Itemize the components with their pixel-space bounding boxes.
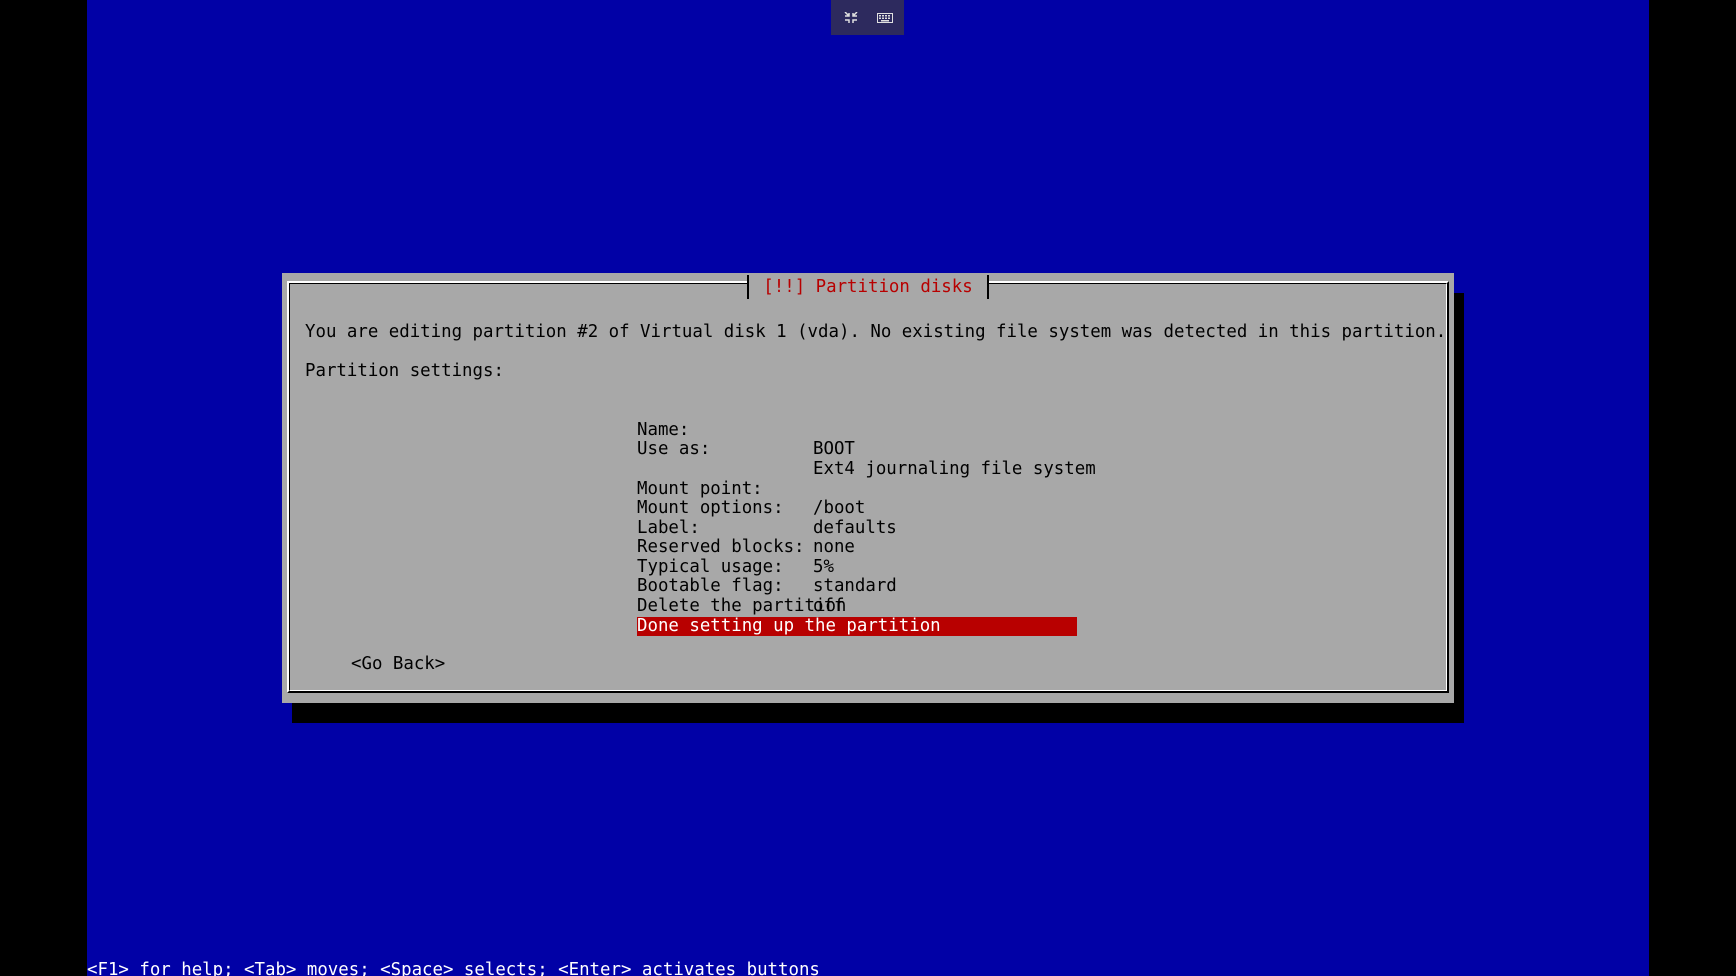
intro-text: You are editing partition #2 of Virtual …	[305, 322, 1447, 342]
setting-label: Use as:	[637, 439, 711, 459]
done-setting-up-item[interactable]: Done setting up the partition	[637, 616, 1077, 636]
settings-heading: Partition settings:	[305, 361, 504, 381]
go-back-button[interactable]: <Go Back>	[351, 654, 445, 675]
installer-screen: [!!] Partition disks You are editing par…	[87, 0, 1649, 976]
setting-label: Bootable flag:	[637, 576, 784, 596]
dialog-frame: [!!] Partition disks You are editing par…	[287, 275, 1449, 693]
vm-toolbar	[831, 0, 904, 35]
help-bar: <F1> for help; <Tab> moves; <Space> sele…	[87, 960, 820, 976]
exit-fullscreen-icon[interactable]	[840, 7, 862, 29]
partition-dialog: [!!] Partition disks You are editing par…	[282, 273, 1454, 703]
keyboard-icon[interactable]	[874, 7, 896, 29]
delete-partition-item[interactable]: Delete the partition	[637, 596, 1077, 617]
dialog-title: [!!] Partition disks	[747, 275, 989, 299]
